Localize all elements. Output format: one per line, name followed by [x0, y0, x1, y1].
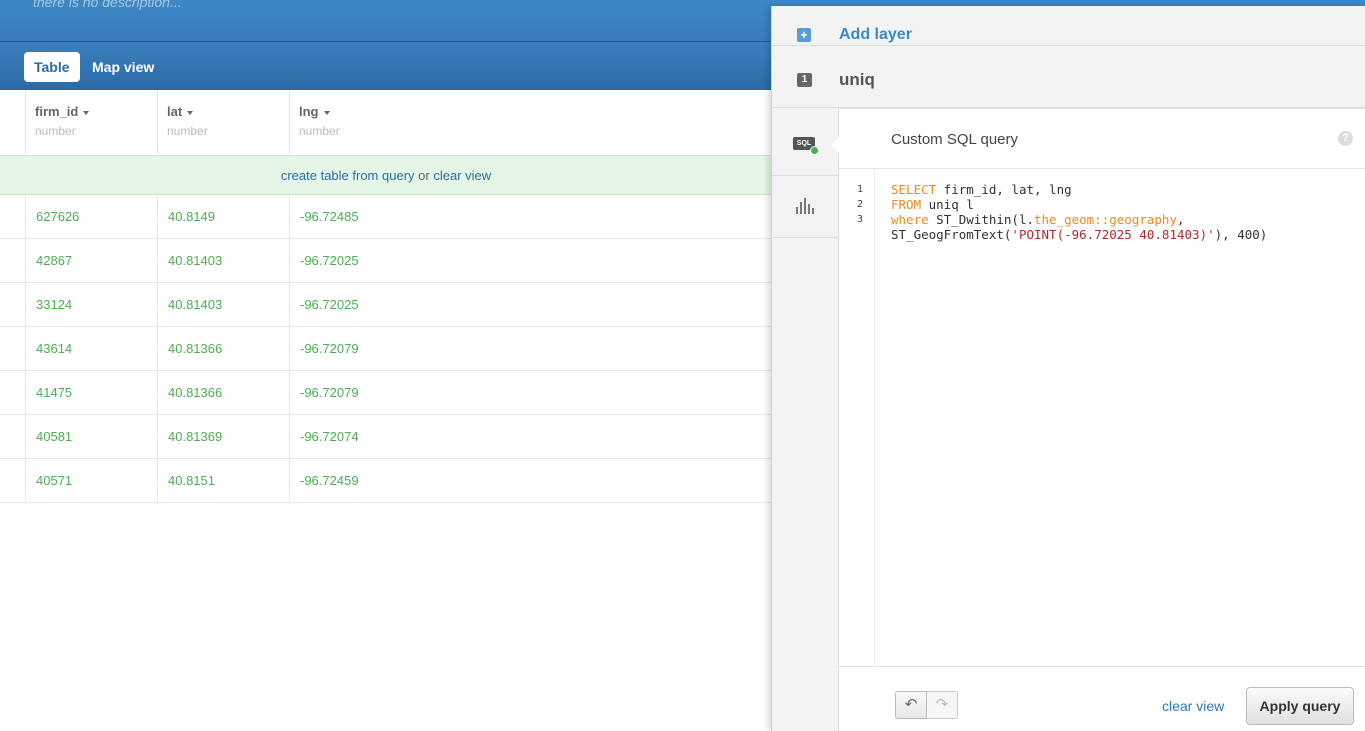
column-name: lat — [167, 104, 183, 119]
table-cell-lat[interactable]: 40.81366 — [157, 327, 289, 371]
clear-view-button[interactable]: clear view — [1162, 698, 1224, 714]
editor-footer: ↶ ↷ clear view Apply query — [839, 666, 1365, 731]
play-icon — [810, 146, 819, 155]
line-number-gutter: 1 2 3 — [839, 169, 875, 666]
code-text: ST_GeogFromText( — [891, 227, 1012, 242]
layer-name[interactable]: uniq — [839, 70, 875, 90]
sql-editor-pane: Custom SQL query ? 1 2 3 SELECT firm_id,… — [831, 108, 1365, 731]
table-cell-firm-id[interactable]: 33124 — [25, 283, 157, 327]
table-row[interactable]: 40571 40.8151 -96.72459 — [0, 459, 772, 503]
caret-down-icon[interactable] — [187, 110, 194, 115]
code-keyword: where — [891, 212, 929, 227]
line-number: 1 — [856, 184, 863, 195]
sidebar-item-sql[interactable]: SQL — [772, 108, 838, 176]
column-header-firm-id[interactable]: firm_id number — [25, 90, 157, 156]
table-cell-lng[interactable]: -96.72025 — [289, 283, 772, 327]
table-cell-lng[interactable]: -96.72079 — [289, 371, 772, 415]
line-number: 3 — [856, 214, 863, 225]
editor-title: Custom SQL query — [891, 131, 1018, 148]
table-cell-firm-id[interactable]: 40581 — [25, 415, 157, 459]
code-text: firm_id, lat, lng — [936, 182, 1072, 197]
table-cell-lat[interactable]: 40.8151 — [157, 459, 289, 503]
layer-number-badge: 1 — [797, 73, 812, 87]
column-type: number — [35, 124, 76, 138]
tab-map-view[interactable]: Map view — [82, 52, 164, 82]
code-text: uniq l — [921, 197, 974, 212]
table-cell-lat[interactable]: 40.81403 — [157, 239, 289, 283]
column-name: lng — [299, 104, 319, 119]
clear-view-link[interactable]: clear view — [433, 168, 491, 183]
tab-table[interactable]: Table — [24, 52, 80, 82]
table-cell-lat[interactable]: 40.81369 — [157, 415, 289, 459]
table-row[interactable]: 33124 40.81403 -96.72025 — [0, 283, 772, 327]
caret-down-icon[interactable] — [83, 110, 90, 115]
table-cell-firm-id[interactable]: 40571 — [25, 459, 157, 503]
column-type: number — [299, 124, 340, 138]
table-cell-lng[interactable]: -96.72459 — [289, 459, 772, 503]
table-cell-lat[interactable]: 40.81366 — [157, 371, 289, 415]
table-cell-lat[interactable]: 40.8149 — [157, 195, 289, 239]
pointer-arrow — [831, 137, 839, 153]
column-header-lng[interactable]: lng number — [289, 90, 772, 156]
line-number: 2 — [856, 199, 863, 210]
code-text: ST_Dwithin(l. — [928, 212, 1034, 227]
table-row[interactable]: 40581 40.81369 -96.72074 — [0, 415, 772, 459]
table-cell-lng[interactable]: -96.72079 — [289, 327, 772, 371]
code-text: , — [1177, 212, 1185, 227]
table-cell-firm-id[interactable]: 42867 — [25, 239, 157, 283]
table-row[interactable]: 43614 40.81366 -96.72079 — [0, 327, 772, 371]
table-cell-lng[interactable]: -96.72025 — [289, 239, 772, 283]
code-string: 'POINT(-96.72025 40.81403)' — [1011, 227, 1215, 242]
table-row[interactable]: 41475 40.81366 -96.72079 — [0, 371, 772, 415]
help-icon[interactable]: ? — [1338, 131, 1353, 146]
table-cell-lng[interactable]: -96.72485 — [289, 195, 772, 239]
table-row[interactable]: 42867 40.81403 -96.72025 — [0, 239, 772, 283]
table-cell-firm-id[interactable]: 627626 — [25, 195, 157, 239]
create-table-from-query-link[interactable]: create table from query — [281, 168, 415, 183]
undo-icon[interactable]: ↶ — [895, 691, 927, 719]
column-type: number — [167, 124, 208, 138]
table-cell-lat[interactable]: 40.81403 — [157, 283, 289, 327]
add-layer-button[interactable]: Add layer — [839, 26, 912, 44]
panel-sidebar: SQL — [772, 108, 838, 731]
query-notice: create table from query or clear view — [0, 156, 772, 195]
column-name: firm_id — [35, 104, 79, 119]
code-text: ), 400) — [1214, 227, 1268, 242]
table-header: firm_id number lat number lng number — [0, 90, 772, 156]
caret-down-icon[interactable] — [323, 110, 330, 115]
add-layer-row[interactable]: + Add layer — [772, 6, 1365, 46]
code-keyword: SELECT — [891, 182, 937, 197]
plus-icon[interactable]: + — [797, 28, 811, 42]
table-cell-firm-id[interactable]: 43614 — [25, 327, 157, 371]
apply-query-button[interactable]: Apply query — [1246, 687, 1354, 725]
layer-row[interactable]: 1 uniq — [772, 46, 1365, 108]
table-cell-lng[interactable]: -96.72074 — [289, 415, 772, 459]
table-cell-firm-id[interactable]: 41475 — [25, 371, 157, 415]
table-description[interactable]: there is no description... — [33, 0, 182, 10]
table-row[interactable]: 627626 40.8149 -96.72485 — [0, 195, 772, 239]
layer-panel: + Add layer 1 uniq SQL Custom SQL query … — [771, 6, 1365, 731]
sql-code-input[interactable]: SELECT firm_id, lat, lng FROM uniq l whe… — [891, 182, 1267, 242]
code-keyword: FROM — [891, 197, 922, 212]
editor-header: Custom SQL query ? — [839, 109, 1365, 169]
code-keyword: the_geom::geography — [1034, 212, 1177, 227]
column-header-lat[interactable]: lat number — [157, 90, 289, 156]
notice-or-text: or — [418, 168, 430, 183]
redo-icon[interactable]: ↷ — [927, 691, 958, 719]
histogram-icon — [796, 198, 814, 214]
